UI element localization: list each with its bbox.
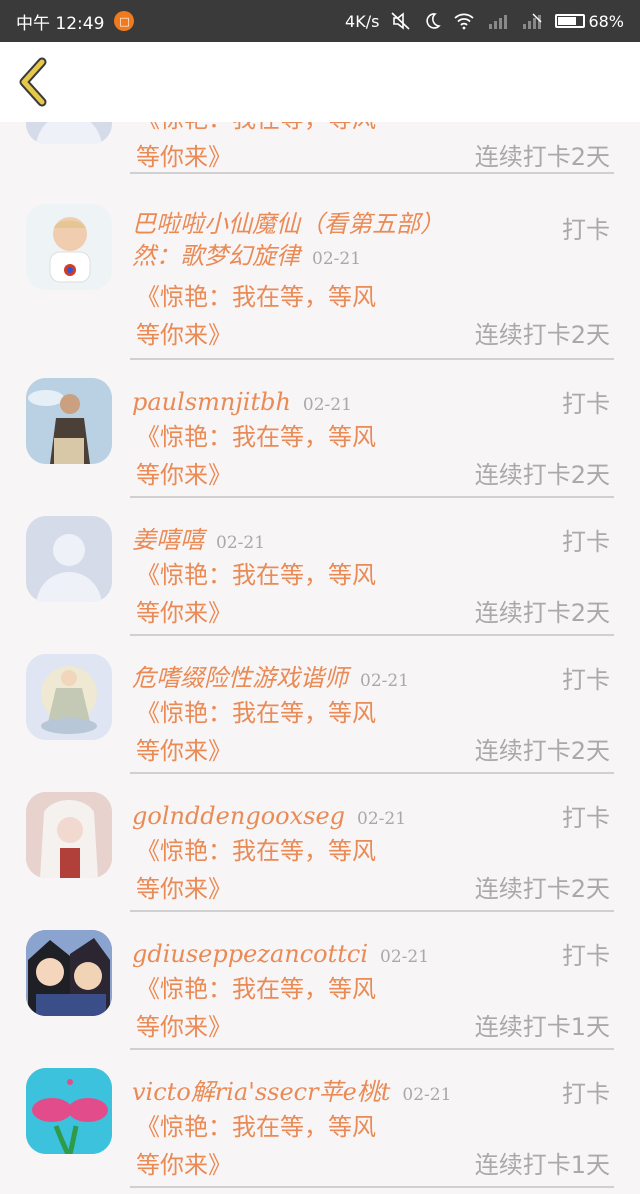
user-name: gdiuseppezancottci 02-21 [132,938,472,973]
divider [130,1186,614,1188]
user-name-text: victo解ria'ssecr苹e桃t [132,1078,391,1106]
streak-text: 连续打卡2天 [474,321,610,349]
mute-icon [391,12,410,30]
streak-text: 连续打卡1天 [474,1013,610,1041]
checkin-button[interactable]: 打卡 [562,1074,610,1109]
streak-text: 连续打卡2天 [474,875,610,903]
message-line: 《惊艳：我在等，等风 [136,699,376,727]
battery-indicator: 68% [555,12,624,31]
checkin-button[interactable]: 打卡 [562,522,610,557]
list-item[interactable]: victo解ria'ssecr苹e桃t 02-21 打卡 《惊艳：我在等，等风 等… [0,1066,640,1194]
streak-text: 连续打卡2天 [474,143,610,171]
avatar [26,122,112,144]
user-name-text: golnddengooxseg [132,802,346,830]
avatar [26,654,112,740]
message-line: 《惊艳：我在等，等风 [136,423,376,451]
checkin-button[interactable]: 打卡 [562,210,610,245]
divider [130,910,614,912]
moon-icon [426,13,442,29]
wifi-icon [454,13,475,30]
avatar [26,516,112,602]
header-bar [0,42,640,122]
divider [130,172,614,174]
avatar [26,204,112,290]
checkin-list[interactable]: 《惊艳：我在等，等风 等你来》 连续打卡2天 巴啦啦小仙魔仙（看第五部）然：歌梦… [0,122,640,1194]
list-item[interactable]: 危嗜缀险性游戏谐师 02-21 打卡 《惊艳：我在等，等风 等你来》 连续打卡2天 [0,652,640,790]
message-line: 《惊艳：我在等，等风 [136,837,376,865]
back-button[interactable] [14,56,54,108]
message-line: 等你来》 [136,321,232,349]
message-line: 等你来》 [136,1013,232,1041]
date-text: 02-21 [360,671,410,691]
streak-text: 连续打卡2天 [474,461,610,489]
signal-icon [523,13,542,29]
battery-percent: 68% [588,11,624,31]
checkin-button[interactable]: 打卡 [562,936,610,971]
checkin-button[interactable]: 打卡 [562,384,610,419]
message-line: 《惊艳：我在等，等风 [136,1113,376,1141]
user-name: victo解ria'ssecr苹e桃t 02-21 [132,1076,472,1111]
date-text: 02-21 [380,947,430,967]
date-text: 02-21 [357,809,407,829]
list-item[interactable]: 姜嘻嘻 02-21 打卡 《惊艳：我在等，等风 等你来》 连续打卡2天 [0,514,640,652]
user-name: 姜嘻嘻 02-21 [132,524,472,559]
battery-icon [555,14,586,28]
notification-icon: □ [114,11,135,31]
list-item[interactable]: 巴啦啦小仙魔仙（看第五部）然：歌梦幻旋律 02-21 打卡 《惊艳：我在等，等风 … [0,202,640,362]
message-line: 《惊艳：我在等，等风 [136,283,376,311]
date-text: 02-21 [302,395,352,415]
divider [130,358,614,360]
user-name-text: 危嗜缀险性游戏谐师 [132,664,348,692]
message-line: 等你来》 [136,461,232,489]
list-item[interactable]: paulsmnjitbh 02-21 打卡 《惊艳：我在等，等风 等你来》 连续打… [0,376,640,514]
user-name: 巴啦啦小仙魔仙（看第五部）然：歌梦幻旋律 02-21 [132,208,472,275]
message-line: 等你来》 [136,737,232,765]
status-bar: 中午 12:49 □ 4K/s 68% [0,0,640,42]
list-item[interactable]: 《惊艳：我在等，等风 等你来》 连续打卡2天 [0,122,640,186]
user-name: paulsmnjitbh 02-21 [132,386,472,421]
user-name-text: gdiuseppezancottci [132,940,369,968]
user-name: golnddengooxseg 02-21 [132,800,472,835]
checkin-button[interactable]: 打卡 [562,660,610,695]
message-line: 等你来》 [136,599,232,627]
list-item[interactable]: gdiuseppezancottci 02-21 打卡 《惊艳：我在等，等风 等你… [0,928,640,1066]
checkin-button[interactable]: 打卡 [562,798,610,833]
net-speed: 4K/s [345,11,380,31]
divider [130,496,614,498]
date-text: 02-21 [402,1085,452,1105]
user-name: 危嗜缀险性游戏谐师 02-21 [132,662,472,697]
user-name-text: 巴啦啦小仙魔仙（看第五部）然：歌梦幻旋律 [132,210,444,270]
status-time: 中午 12:49 [16,13,105,34]
message-line: 等你来》 [136,875,232,903]
message-line: 等你来》 [136,143,232,171]
list-item[interactable]: golnddengooxseg 02-21 打卡 《惊艳：我在等，等风 等你来》 … [0,790,640,928]
date-text: 02-21 [216,533,266,553]
streak-text: 连续打卡2天 [474,737,610,765]
message-line: 等你来》 [136,1151,232,1179]
avatar [26,378,112,464]
date-text: 02-21 [312,249,362,269]
user-name-text: paulsmnjitbh [132,388,291,416]
divider [130,634,614,636]
signal-icon [489,15,508,29]
message-line: 《惊艳：我在等，等风 [136,975,376,1003]
avatar [26,930,112,1016]
chevron-left-icon [19,57,47,107]
message-line: 《惊艳：我在等，等风 [136,122,436,136]
streak-text: 连续打卡2天 [474,599,610,627]
streak-text: 连续打卡1天 [474,1151,610,1179]
avatar [26,1068,112,1154]
divider [130,1048,614,1050]
divider [130,772,614,774]
message-line: 《惊艳：我在等，等风 [136,561,376,589]
avatar [26,792,112,878]
user-name-text: 姜嘻嘻 [132,526,204,554]
